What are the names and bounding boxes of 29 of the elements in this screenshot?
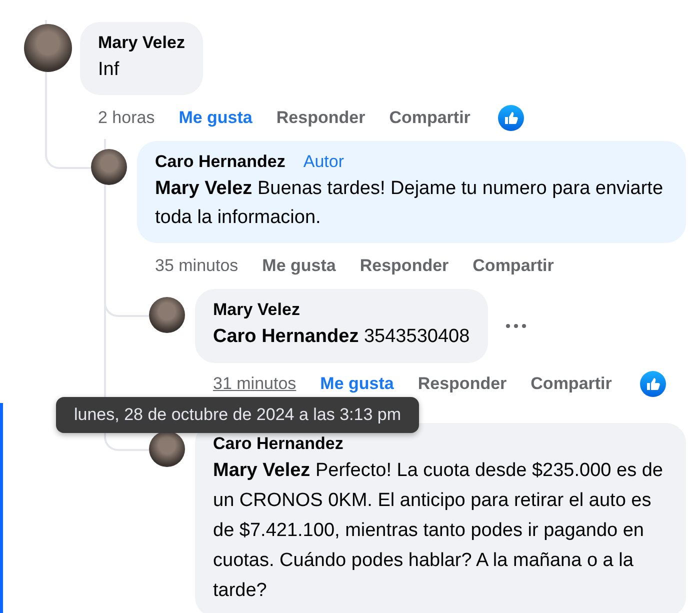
share-link[interactable]: Compartir [530, 374, 612, 394]
thumbs-up-icon[interactable] [640, 371, 666, 397]
like-link[interactable]: Me gusta [262, 256, 336, 276]
comment-time[interactable]: 2 horas [98, 108, 155, 128]
reply-link[interactable]: Responder [276, 108, 366, 128]
avatar[interactable] [149, 297, 185, 333]
author-name[interactable]: Caro Hernandez [155, 150, 286, 174]
avatar[interactable] [149, 431, 185, 467]
author-label: Autor [303, 151, 344, 173]
timestamp-tooltip: lunes, 28 de octubre de 2024 a las 3:13 pm [56, 397, 420, 433]
comment-time[interactable]: 31 minutos [213, 374, 296, 394]
comment-text: Mary Velez Buenas tardes! Dejame tu numero para enviarte toda la informacion. [155, 177, 664, 230]
share-link[interactable]: Compartir [472, 256, 554, 276]
share-link[interactable]: Compartir [389, 108, 470, 128]
comment-text: Mary Velez Perfecto! La cuota desde $235.000 es de un CRONOS 0KM. El anticipo para retirar el auto es de $7.421.100, mientras tanto podes ir pagando en cuotas. Cuándo podes hablar? A la mañana o a la tarde? [213, 459, 664, 603]
comment-text: Caro Hernandez 3543530408 [213, 325, 470, 349]
reply-link[interactable]: Responder [360, 256, 449, 276]
thumbs-up-icon[interactable] [498, 105, 524, 131]
author-name[interactable]: Caro Hernandez [213, 432, 344, 456]
avatar[interactable] [24, 24, 72, 72]
avatar[interactable] [91, 149, 127, 185]
comment-time[interactable]: 35 minutos [155, 256, 238, 276]
more-options-icon[interactable] [506, 324, 526, 328]
like-link[interactable]: Me gusta [320, 374, 394, 394]
author-name[interactable]: Mary Velez [98, 31, 185, 55]
comment-text: Inf [98, 58, 120, 82]
reply-link[interactable]: Responder [418, 374, 507, 394]
like-link[interactable]: Me gusta [178, 108, 252, 128]
author-name[interactable]: Mary Velez [213, 298, 300, 322]
